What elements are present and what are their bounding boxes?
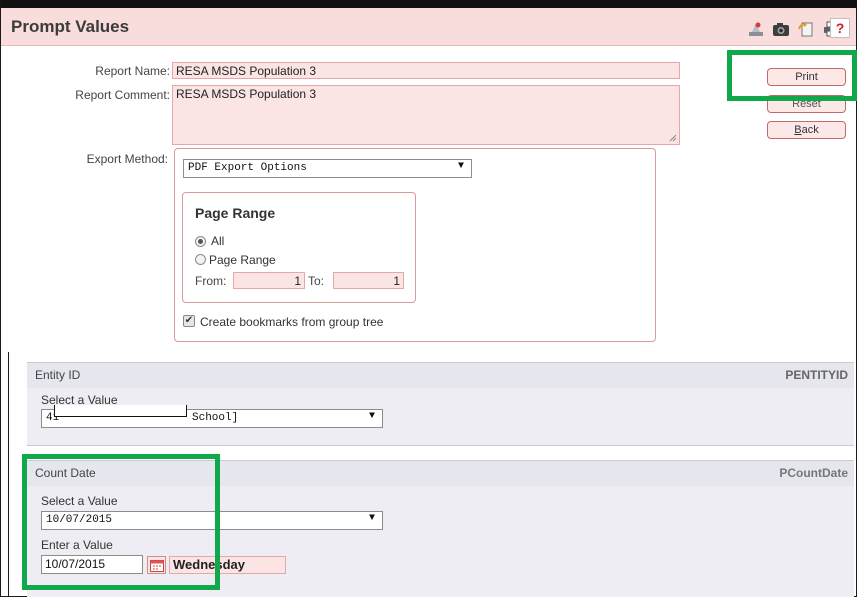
map-pin-icon[interactable]: [746, 19, 766, 39]
bookmarks-label: Create bookmarks from group tree: [200, 315, 384, 329]
entity-param: PENTITYID: [785, 368, 848, 382]
dropdown-arrow-icon: ▼: [457, 161, 464, 172]
report-comment-field[interactable]: RESA MSDS Population 3: [172, 85, 680, 145]
report-comment-label: Report Comment:: [75, 88, 170, 102]
dropdown-arrow-icon: ▼: [368, 513, 375, 524]
bookmarks-checkbox[interactable]: ✔: [183, 315, 195, 327]
page-range-title: Page Range: [195, 205, 276, 221]
left-border-line: [8, 352, 9, 597]
export-method-selected: PDF Export Options: [188, 162, 307, 174]
document-icon[interactable]: [796, 19, 816, 39]
report-comment-text: RESA MSDS Population 3: [176, 87, 317, 101]
camera-icon[interactable]: [771, 19, 791, 39]
from-label: From:: [195, 274, 227, 288]
report-name-field[interactable]: RESA MSDS Population 3: [172, 62, 680, 79]
to-label: To:: [308, 274, 325, 288]
highlight-box-count-date: [22, 454, 220, 590]
dropdown-arrow-icon: ▼: [368, 411, 375, 422]
page-title: Prompt Values: [11, 17, 130, 36]
report-name-label: Report Name:: [95, 64, 170, 78]
radio-all-label: All: [211, 234, 225, 248]
from-field[interactable]: 1: [233, 272, 305, 289]
help-icon[interactable]: ?: [830, 18, 850, 38]
redaction-block: [54, 405, 187, 417]
count-date-param: PCountDate: [779, 466, 848, 480]
resize-grip-icon[interactable]: [669, 134, 677, 142]
back-button-label: Back: [794, 124, 819, 136]
entity-selected-suffix: School]: [192, 412, 239, 424]
radio-all[interactable]: [195, 236, 206, 247]
export-method-select[interactable]: PDF Export Options ▼: [183, 159, 472, 178]
export-method-label: Export Method:: [86, 152, 168, 166]
entity-title: Entity ID: [35, 368, 81, 382]
highlight-box-print: [727, 50, 857, 101]
radio-page-range-label: Page Range: [209, 253, 276, 267]
to-field[interactable]: 1: [333, 272, 404, 289]
radio-page-range[interactable]: [195, 254, 206, 265]
title-bar: [1, 8, 856, 46]
back-button[interactable]: Back: [767, 121, 846, 139]
